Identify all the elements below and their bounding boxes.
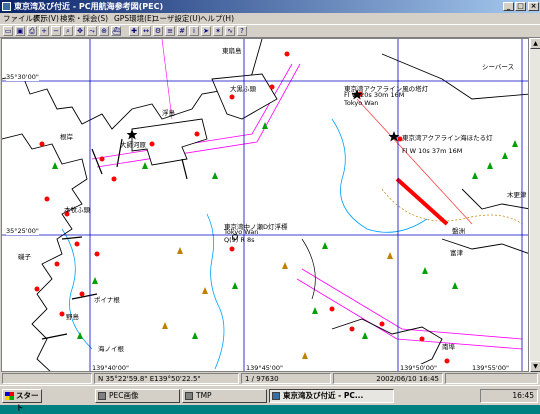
longitude-label-1: 139°40'00" — [92, 364, 129, 372]
open-icon[interactable]: ▭ — [3, 26, 13, 36]
app-icon — [272, 392, 280, 400]
task-tmp[interactable]: TMP — [182, 389, 267, 403]
route-icon[interactable]: ⤳ — [87, 26, 97, 36]
tower-north-sub: Fl W 20s 30m 16M — [344, 91, 405, 99]
longitude-label-4: 139°55'00" — [472, 364, 509, 372]
place-sheeba: シーバース — [482, 63, 515, 71]
status-extra — [445, 373, 538, 384]
window-title: 東京湾及び付近 - PC用航海参考図(PEC) — [14, 2, 164, 11]
place-daishi: 大師河原 — [120, 141, 146, 149]
longitude-label-2: 139°45'00" — [246, 364, 283, 372]
place-hakkeijima: 海ノイ根 — [98, 345, 124, 353]
task-pec-image[interactable]: PEC画像 — [95, 389, 180, 403]
app-window: 東京湾及び付近 - PC用航海参考図(PEC) _ □ × ファイル(F) 表示… — [0, 0, 540, 385]
status-position: N 35°22'59.8" E139°50'22.5" — [94, 373, 239, 384]
light-icon[interactable]: ✶ — [213, 26, 223, 36]
title-bar: 東京湾及び付近 - PC用航海参考図(PEC) _ □ × — [0, 0, 540, 13]
grid-icon[interactable]: # — [177, 26, 187, 36]
search-icon[interactable]: ⌕ — [63, 26, 73, 36]
folder-icon — [98, 392, 106, 400]
info-icon[interactable]: i — [189, 26, 199, 36]
menu-view[interactable]: 表示(V) — [33, 13, 59, 24]
system-tray: 16:45 — [480, 389, 538, 403]
start-label: スタート — [16, 391, 39, 412]
status-bar: N 35°22'59.8" E139°50'22.5" 1 / 97630 20… — [0, 372, 540, 385]
place-honmoku: 本牧ふ頭 — [64, 206, 90, 214]
status-datetime: 2002/06/10 16:45 — [333, 373, 443, 384]
place-negishi: 根岸 — [60, 133, 73, 141]
task-chart-app[interactable]: 東京湾及び付近 - PC... — [269, 389, 394, 403]
zoom-out-icon[interactable]: − — [51, 26, 61, 36]
scroll-up-arrow-icon[interactable]: ▲ — [530, 38, 540, 49]
place-ukishima: 浮島 — [162, 109, 175, 117]
zoom-in-icon[interactable]: + — [39, 26, 49, 36]
maximize-button[interactable]: □ — [515, 2, 526, 11]
layer-icon[interactable]: ≡ — [165, 26, 175, 36]
menu-search[interactable]: 検索・採会(S) — [60, 13, 108, 24]
print-icon[interactable]: ⎙ — [27, 26, 37, 36]
menu-help[interactable]: ヘルプ(H) — [200, 13, 234, 24]
windows-logo-icon — [5, 392, 14, 400]
place-kisarazu: 木更津 — [507, 191, 527, 199]
place-isogo: 磯子 — [18, 253, 31, 261]
mark-icon[interactable]: ✚ — [129, 26, 139, 36]
gps-icon[interactable]: ⊕ — [99, 26, 109, 36]
menu-bar: ファイル(F) 表示(V) 検索・採会(S) GPS環境(E) ユーザ設定(U)… — [0, 13, 540, 24]
taskbar: スタート PEC画像 TMP 東京湾及び付近 - PC... 16:45 — [0, 385, 540, 412]
save-icon[interactable]: ▣ — [15, 26, 25, 36]
depth-icon[interactable]: ∿ — [225, 26, 235, 36]
start-button[interactable]: スタート — [2, 389, 42, 412]
ship-icon[interactable]: ⛴ — [111, 26, 121, 36]
nav-icon[interactable]: ➤ — [201, 26, 211, 36]
buoy-en-label: Tokyo Wan — [224, 228, 259, 236]
task-label: TMP — [196, 391, 212, 400]
app-icon — [2, 2, 11, 11]
bay-en-label: Tokyo Wan — [344, 99, 379, 107]
close-button[interactable]: × — [528, 2, 539, 11]
help-icon[interactable]: ? — [237, 26, 247, 36]
place-hamaguri: 盤洲 — [452, 227, 465, 235]
tower-south-label[interactable]: 東京湾アクアライン海ほたる灯 — [402, 132, 493, 142]
place-haneda: 東扇島 — [222, 47, 242, 55]
buoy-sub-label: Q(9) R 8s — [224, 236, 255, 244]
place-kanazawa: ポイナ根 — [94, 296, 120, 304]
menu-user-settings[interactable]: ユーザ設定(U) — [152, 13, 201, 24]
task-label: PEC画像 — [109, 391, 139, 400]
settings-icon[interactable]: ⚙ — [153, 26, 163, 36]
latitude-label-1: 35°30'00" — [6, 73, 39, 81]
vertical-scrollbar[interactable]: ▲ ▼ — [529, 38, 540, 372]
pan-icon[interactable]: ✥ — [75, 26, 85, 36]
folder-icon — [185, 392, 193, 400]
nautical-chart[interactable]: 35°30'00" 35°25'00" 139°40'00" 139°45'00… — [1, 38, 529, 372]
menu-gps[interactable]: GPS環境(E) — [114, 13, 155, 24]
clock: 16:45 — [512, 391, 534, 400]
status-scale: 1 / 97630 — [241, 373, 331, 384]
task-label: 東京湾及び付近 - PC... — [283, 391, 364, 400]
minimize-button[interactable]: _ — [503, 2, 514, 11]
tower-south-sub: Fl W 10s 37m 16M — [402, 147, 463, 155]
place-dai: 大黒ふ頭 — [230, 85, 256, 93]
latitude-label-2: 35°25'00" — [6, 227, 39, 235]
place-futtsu: 富津 — [450, 249, 463, 257]
place-south: 南埠 — [442, 343, 455, 351]
measure-icon[interactable]: ↔ — [141, 26, 151, 36]
longitude-label-3: 139°50'00" — [400, 364, 437, 372]
toolbar: ▭ ▣ ⎙ + − ⌕ ✥ ⤳ ⊕ ⛴ ✚ ↔ ⚙ ≡ # i ➤ ✶ ∿? — [0, 24, 540, 38]
status-ready — [2, 373, 92, 384]
place-noji: 野島 — [66, 313, 79, 321]
scroll-down-arrow-icon[interactable]: ▼ — [530, 361, 540, 372]
